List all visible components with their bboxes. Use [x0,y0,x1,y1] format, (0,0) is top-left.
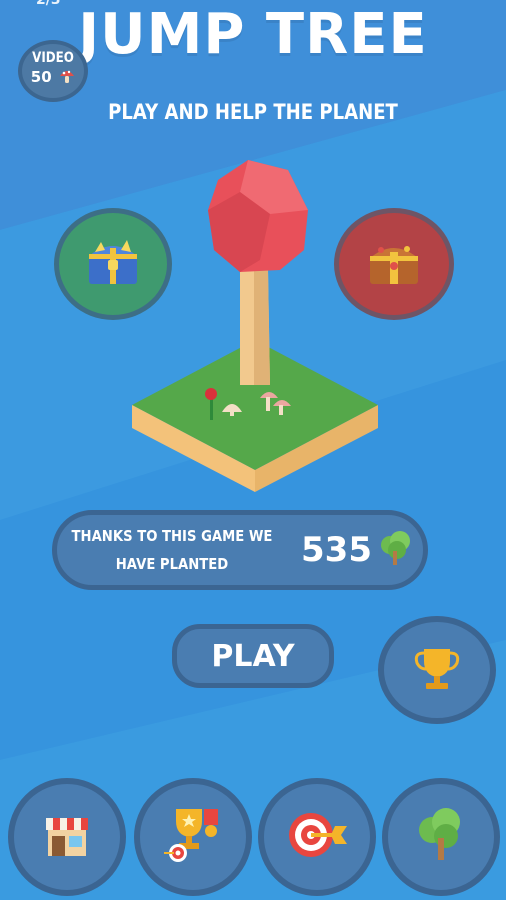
shop-button[interactable] [8,778,126,896]
tree-icon [416,806,466,868]
target-button[interactable] [258,778,376,896]
trees-button[interactable] [382,778,500,896]
achievements-icon [160,805,226,869]
planted-count: 535 [301,530,372,570]
watch-video-button[interactable]: VIDEO 50 [18,40,88,102]
mushroom-icon [59,68,75,88]
video-reward-count: 50 [30,68,52,86]
tree-icon [378,529,412,571]
trophy-icon [412,643,462,697]
leaderboard-button[interactable] [378,616,496,724]
tree-island-illustration [130,150,380,499]
video-label: VIDEO [32,50,74,66]
target-icon [285,808,349,866]
play-button[interactable]: PLAY [172,624,334,688]
game-subtitle: PLAY AND HELP THE PLANET [108,100,398,124]
planted-trees-panel: THANKS TO THIS GAME WE HAVE PLANTED 535 [52,510,428,590]
achievements-button[interactable] [134,778,252,896]
planted-text: THANKS TO THIS GAME WE HAVE PLANTED [71,527,273,573]
shop-icon [42,810,92,864]
